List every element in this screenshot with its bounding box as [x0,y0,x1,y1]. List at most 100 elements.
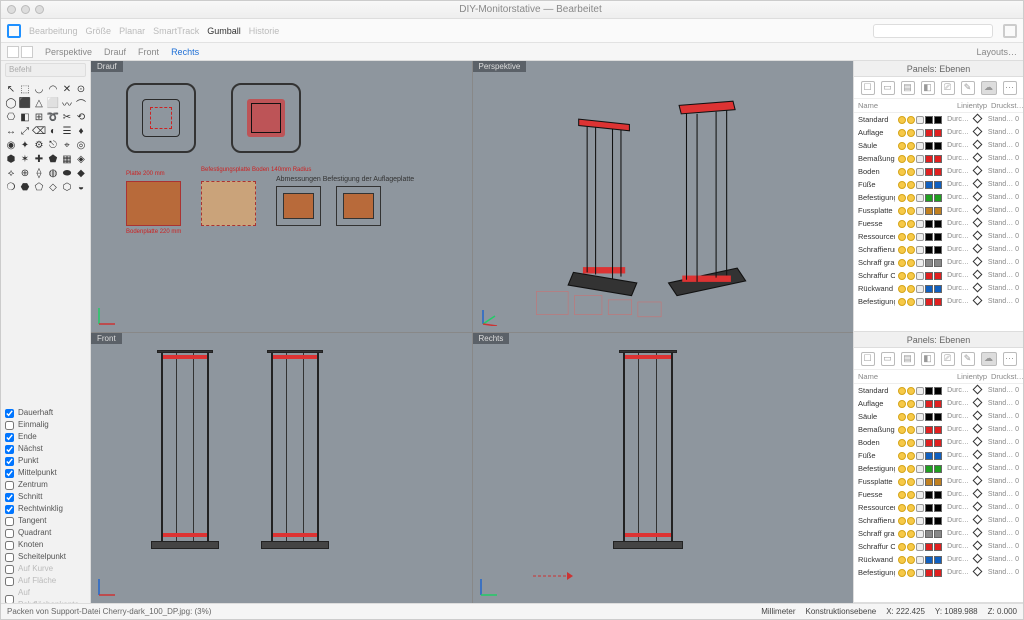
lock-icon[interactable] [916,207,924,215]
layer-row[interactable]: AuflageDurc…Stand… 0 [854,126,1023,139]
layouts-menu[interactable]: Layouts… [976,47,1017,57]
layer-row[interactable]: BodenDurc…Stand… 0 [854,436,1023,449]
visibility-icon[interactable] [907,168,915,176]
osnap-option[interactable]: Einmalig [5,419,86,431]
osnap-checkbox[interactable] [5,481,14,490]
panel-btn[interactable]: ⋯ [1003,352,1017,366]
tool-button[interactable]: ⌒ [75,97,87,109]
panel-btn[interactable]: ☁ [981,81,997,95]
material-swatch[interactable] [934,116,942,124]
visibility-icon[interactable] [898,129,906,137]
layer-row[interactable]: StandardDurc…Stand… 0 [854,113,1023,126]
tool-button[interactable]: ⊙ [75,83,87,95]
color-swatch[interactable] [925,530,933,538]
tool-button[interactable]: ⬠ [33,181,45,193]
lock-icon[interactable] [916,298,924,306]
visibility-icon[interactable] [898,387,906,395]
panel-btn[interactable]: ◧ [921,352,935,366]
visibility-icon[interactable] [907,272,915,280]
material-swatch[interactable] [934,569,942,577]
visibility-icon[interactable] [898,569,906,577]
tool-button[interactable]: ✕ [61,83,73,95]
osnap-checkbox[interactable] [5,433,14,442]
material-swatch[interactable] [934,517,942,525]
visibility-icon[interactable] [898,233,906,241]
color-swatch[interactable] [925,155,933,163]
tool-button[interactable]: ⎋ [47,139,59,151]
material-swatch[interactable] [934,298,942,306]
layer-row[interactable]: Schraff grauDurc…Stand… 0 [854,527,1023,540]
visibility-icon[interactable] [898,285,906,293]
osnap-checkbox[interactable] [5,595,14,604]
lock-icon[interactable] [916,517,924,525]
material-swatch[interactable] [934,207,942,215]
color-swatch[interactable] [925,452,933,460]
layer-row[interactable]: StandardDurc…Stand… 0 [854,384,1023,397]
tool-button[interactable]: ⟲ [75,111,87,123]
visibility-icon[interactable] [898,155,906,163]
nav-next-icon[interactable] [21,46,33,58]
panel-btn[interactable]: ☁ [981,352,997,366]
layer-row[interactable]: RückwandDurc…Stand… 0 [854,553,1023,566]
visibility-icon[interactable] [898,272,906,280]
color-swatch[interactable] [925,194,933,202]
lock-icon[interactable] [916,400,924,408]
visibility-icon[interactable] [907,155,915,163]
osnap-checkbox[interactable] [5,565,14,574]
toolbar-item[interactable]: Historie [249,26,280,36]
lock-icon[interactable] [916,233,924,241]
material-swatch[interactable] [934,413,942,421]
tool-button[interactable]: ◎ [75,139,87,151]
visibility-icon[interactable] [907,181,915,189]
color-swatch[interactable] [925,220,933,228]
osnap-checkbox[interactable] [5,541,14,550]
col-name[interactable]: Name [858,101,957,110]
color-swatch[interactable] [925,569,933,577]
layer-row[interactable]: SäuleDurc…Stand… 0 [854,139,1023,152]
tool-button[interactable]: ◍ [47,167,59,179]
osnap-checkbox[interactable] [5,505,14,514]
tool-button[interactable]: ⎔ [5,111,17,123]
tool-button[interactable]: ✚ [33,153,45,165]
toolbar-item[interactable]: SmartTrack [153,26,199,36]
tool-button[interactable]: ◒ [75,181,87,193]
lock-icon[interactable] [916,543,924,551]
material-swatch[interactable] [934,129,942,137]
visibility-icon[interactable] [907,439,915,447]
visibility-icon[interactable] [907,556,915,564]
visibility-icon[interactable] [898,478,906,486]
tool-button[interactable]: ◇ [47,181,59,193]
visibility-icon[interactable] [907,220,915,228]
lock-icon[interactable] [916,129,924,137]
lock-icon[interactable] [916,530,924,538]
tool-button[interactable]: ↔ [5,125,17,137]
visibility-icon[interactable] [898,517,906,525]
col-print[interactable]: Druckst… [991,101,1019,110]
layer-row[interactable]: RessourcenDurc…Stand… 0 [854,230,1023,243]
osnap-option[interactable]: Quadrant [5,527,86,539]
material-swatch[interactable] [934,194,942,202]
layer-row[interactable]: Befestigung obenDurc…Stand… 0 [854,566,1023,579]
visibility-icon[interactable] [907,207,915,215]
osnap-option[interactable]: Tangent [5,515,86,527]
color-swatch[interactable] [925,387,933,395]
visibility-icon[interactable] [907,452,915,460]
zoom-icon[interactable] [35,5,44,14]
material-swatch[interactable] [934,400,942,408]
osnap-option[interactable]: Scheitelpunkt [5,551,86,563]
osnap-checkbox[interactable] [5,469,14,478]
color-swatch[interactable] [925,478,933,486]
material-swatch[interactable] [934,452,942,460]
layer-row[interactable]: BemaßungDurc…Stand… 0 [854,423,1023,436]
lock-icon[interactable] [916,272,924,280]
color-swatch[interactable] [925,517,933,525]
toolbar-item-active[interactable]: Gumball [207,26,241,36]
osnap-option[interactable]: Ende [5,431,86,443]
visibility-icon[interactable] [907,530,915,538]
tool-button[interactable]: ◧ [19,111,31,123]
visibility-icon[interactable] [907,413,915,421]
tool-button[interactable]: ⬡ [61,181,73,193]
layer-row[interactable]: BodenDurc…Stand… 0 [854,165,1023,178]
visibility-icon[interactable] [898,194,906,202]
panel-btn[interactable]: ▭ [881,352,895,366]
